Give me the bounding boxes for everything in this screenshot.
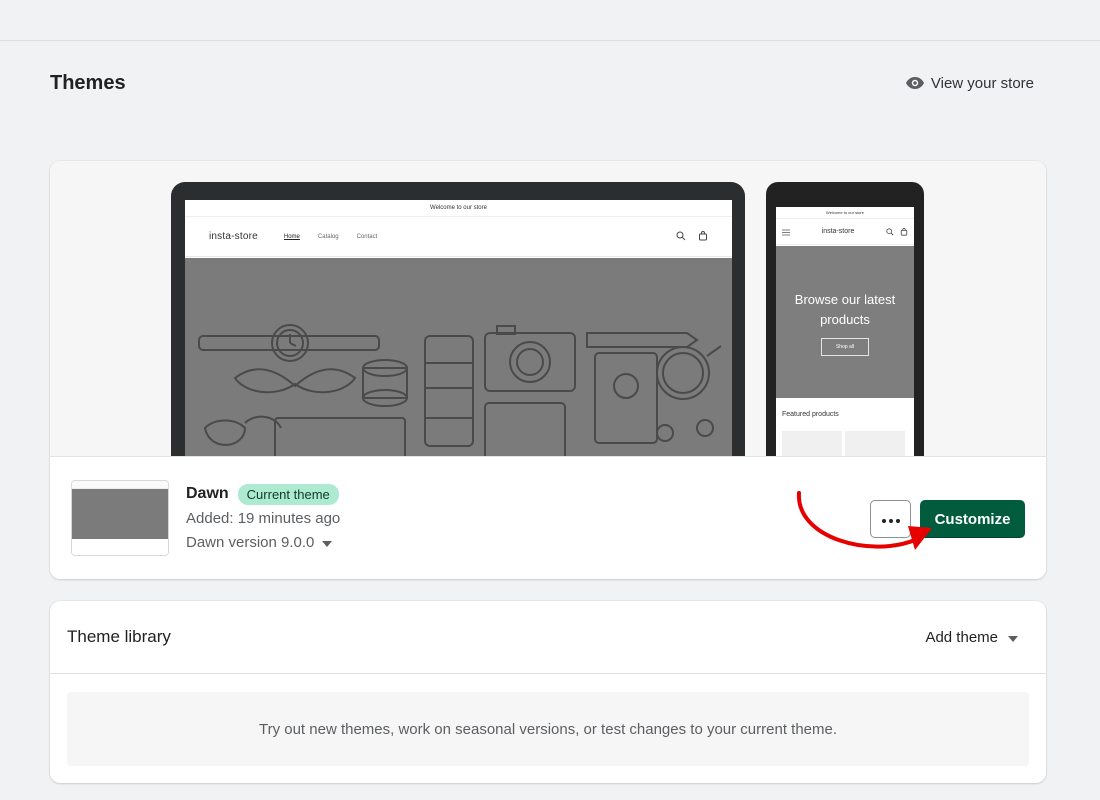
theme-library-header: Theme library Add theme <box>50 601 1046 674</box>
desktop-nav-catalog: Catalog <box>317 233 339 240</box>
mobile-preview: Welcome to our store insta-store Browse … <box>766 182 924 456</box>
desktop-store-nav: insta-store Home Catalog Contact <box>185 217 732 257</box>
mobile-store-nav: insta-store <box>776 219 914 245</box>
caret-down-icon <box>322 534 333 551</box>
theme-library-empty-text: Try out new themes, work on seasonal ver… <box>258 720 838 738</box>
mobile-store-logo: insta-store <box>821 228 855 235</box>
eye-icon <box>905 77 924 89</box>
view-store-link[interactable]: View your store <box>905 74 1034 92</box>
desktop-announcement: Welcome to our store <box>185 200 732 217</box>
mobile-screen: Welcome to our store insta-store Browse … <box>776 207 914 456</box>
page-title: Themes <box>50 71 126 94</box>
theme-meta: Dawn Current theme Added: 19 minutes ago… <box>186 483 340 551</box>
desktop-preview: Welcome to our store insta-store Home Ca… <box>171 182 745 456</box>
caret-down-icon <box>1008 629 1018 646</box>
mobile-product-card <box>782 431 842 456</box>
mobile-hero-text: Browse our latest products <box>794 292 896 327</box>
desktop-hero-image <box>185 258 732 456</box>
theme-library-empty-state: Try out new themes, work on seasonal ver… <box>67 692 1029 766</box>
annotation-arrow <box>796 491 932 550</box>
theme-thumbnail <box>71 480 169 556</box>
search-icon <box>676 228 686 246</box>
theme-library-title: Theme library <box>67 627 171 646</box>
desktop-nav-home: Home <box>283 233 300 240</box>
theme-library-card: Theme library Add theme Try out new them… <box>50 601 1046 783</box>
theme-preview: Welcome to our store insta-store Home Ca… <box>50 161 1046 457</box>
menu-icon <box>782 223 790 241</box>
top-bar <box>0 0 1100 41</box>
mobile-product-grid <box>782 431 905 456</box>
cart-icon <box>900 223 908 241</box>
view-store-label: View your store <box>930 74 1034 92</box>
desktop-nav-contact: Contact <box>356 233 378 240</box>
current-theme-badge: Current theme <box>237 483 339 505</box>
search-icon <box>886 223 894 241</box>
theme-version-dropdown[interactable]: Dawn version 9.0.0 <box>186 534 340 551</box>
mobile-shop-all-button: Shop all <box>821 338 869 356</box>
add-theme-label: Add theme <box>925 628 998 646</box>
theme-name: Dawn <box>186 485 229 502</box>
desktop-store-logo: insta-store <box>209 231 258 242</box>
add-theme-button[interactable]: Add theme <box>925 629 1018 646</box>
desktop-screen: Welcome to our store insta-store Home Ca… <box>185 200 732 456</box>
mobile-product-card <box>845 431 905 456</box>
cart-icon <box>698 228 708 246</box>
theme-added-time: Added: 19 minutes ago <box>186 510 341 527</box>
mobile-hero: Browse our latest products Shop all <box>776 246 914 398</box>
page-header: Themes View your store <box>50 68 1034 98</box>
mobile-announcement: Welcome to our store <box>776 207 914 219</box>
mobile-featured-heading: Featured products <box>782 411 839 418</box>
theme-version-label: Dawn version 9.0.0 <box>186 534 315 551</box>
